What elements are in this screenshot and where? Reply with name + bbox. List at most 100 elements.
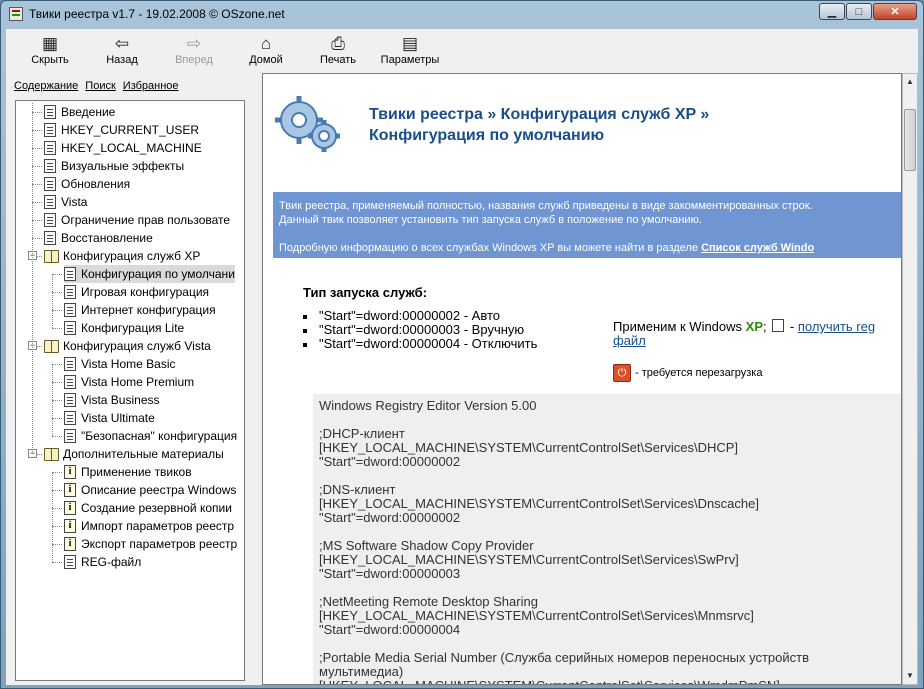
tree-item-label: Визуальные эффекты bbox=[61, 159, 185, 173]
tree-item[interactable]: i Создание резервной копии bbox=[64, 499, 232, 517]
tree-item[interactable]: i Применение твиков bbox=[64, 463, 192, 481]
tree-item-label: Vista Home Premium bbox=[81, 375, 195, 389]
tree-folder[interactable]: Конфигурация служб Vista bbox=[44, 337, 211, 355]
maximize-button[interactable]: □ bbox=[846, 3, 872, 20]
content-scrollbar[interactable]: ▲ ▼ bbox=[902, 73, 918, 685]
tree-connector bbox=[32, 166, 42, 167]
app-icon[interactable] bbox=[9, 7, 23, 21]
tree-connector bbox=[52, 526, 62, 527]
options-label: Параметры bbox=[380, 54, 440, 66]
minimize-button[interactable]: ▁ bbox=[819, 3, 845, 20]
tree-item[interactable]: Vista Business bbox=[64, 391, 160, 409]
tree-guide-line bbox=[52, 274, 53, 328]
tree-item-label: Экспорт параметров реестр bbox=[81, 537, 238, 551]
page-icon bbox=[64, 375, 76, 389]
tree-item[interactable]: REG-файл bbox=[64, 553, 141, 571]
tree-guide-line bbox=[32, 103, 33, 454]
book-icon bbox=[44, 249, 59, 263]
tree-item[interactable]: Конфигурация по умолчани bbox=[64, 265, 235, 283]
tree-item[interactable]: i Экспорт параметров реестр bbox=[64, 535, 237, 553]
scroll-down-icon[interactable]: ▼ bbox=[903, 668, 917, 684]
list-item: "Start"=dword:00000003 - Вручную bbox=[303, 323, 537, 337]
tree-item[interactable]: "Безопасная" конфигурация bbox=[64, 427, 237, 445]
tree-item[interactable]: Vista bbox=[44, 193, 87, 211]
tree-item-label: Обновления bbox=[61, 177, 131, 191]
tree-guide-line bbox=[52, 472, 53, 562]
tree-item[interactable]: Конфигурация Lite bbox=[64, 319, 184, 337]
get-reg-link[interactable]: получить reg bbox=[798, 319, 875, 334]
description-line2: Данный твик позволяет установить тип зап… bbox=[279, 214, 702, 226]
close-button[interactable]: ✕ bbox=[873, 3, 917, 20]
tree-item[interactable]: Восстановление bbox=[44, 229, 153, 247]
tree-connector bbox=[52, 328, 62, 329]
tree-item-label: Игровая конфигурация bbox=[81, 285, 210, 299]
tree-item[interactable]: Vista Home Basic bbox=[64, 355, 175, 373]
print-button[interactable]: ⎙ Печать bbox=[302, 29, 374, 69]
hide-button[interactable]: ▦ Скрыть bbox=[14, 29, 86, 69]
tree-connector bbox=[52, 562, 62, 563]
tab-contents[interactable]: Содержание bbox=[14, 80, 78, 92]
description-text: Подробную информацию о всех службах Wind… bbox=[279, 242, 698, 254]
tree-connector bbox=[52, 292, 62, 293]
scroll-up-icon[interactable]: ▲ bbox=[903, 74, 917, 90]
tree-item[interactable]: HKEY_CURRENT_USER bbox=[44, 121, 199, 139]
tree-item-label: Применение твиков bbox=[81, 465, 192, 479]
tree-item[interactable]: Vista Home Premium bbox=[64, 373, 194, 391]
xp-label: XP bbox=[745, 319, 763, 334]
home-button[interactable]: ⌂ Домой bbox=[230, 29, 302, 69]
tree-connector bbox=[52, 490, 62, 491]
options-icon: ▤ bbox=[401, 34, 419, 53]
page-icon bbox=[64, 267, 76, 281]
info-page-icon: i bbox=[64, 519, 76, 533]
tree-item-label: REG-файл bbox=[81, 555, 142, 569]
page-icon bbox=[64, 411, 76, 425]
tree-item-label: Создание резервной копии bbox=[81, 501, 232, 515]
tree-item[interactable]: Обновления bbox=[44, 175, 130, 193]
title-bar[interactable]: Твики реестра v1.7 - 19.02.2008 © OSzone… bbox=[1, 1, 923, 27]
tree-item[interactable]: Ограничение прав пользовате bbox=[44, 211, 230, 229]
contents-tree[interactable]: Введение HKEY_CURRENT_USER HKEY_LOCAL_MACH… bbox=[15, 100, 245, 681]
options-button[interactable]: ▤ Параметры bbox=[374, 29, 446, 69]
page-icon bbox=[44, 213, 56, 227]
tree-folder[interactable]: Дополнительные материалы bbox=[44, 445, 224, 463]
back-label: Назад bbox=[106, 54, 138, 66]
restart-icon: ⏻ bbox=[613, 364, 631, 382]
apply-info: Применим к Windows XP; - получить reg фа… bbox=[613, 319, 901, 348]
tree-item-label: Конфигурация по умолчани bbox=[81, 267, 235, 281]
tree-item[interactable]: Визуальные эффекты bbox=[44, 157, 184, 175]
page-icon bbox=[64, 357, 76, 371]
scroll-thumb[interactable] bbox=[904, 109, 916, 171]
tree-item-label: Vista Business bbox=[81, 393, 160, 407]
services-list-link[interactable]: Список служб Windo bbox=[701, 242, 814, 254]
page-title-line1: Твики реестра » Конфигурация служб XP » bbox=[369, 106, 710, 123]
get-reg-file-link[interactable]: файл bbox=[613, 333, 646, 348]
info-page-icon: i bbox=[64, 501, 76, 515]
tab-favorites[interactable]: Избранное bbox=[123, 80, 179, 92]
page-icon bbox=[64, 429, 76, 443]
description-line3: Подробную информацию о всех службах Wind… bbox=[279, 241, 901, 255]
tree-item[interactable]: i Описание реестра Windows bbox=[64, 481, 236, 499]
tree-item-label: Импорт параметров реестр bbox=[81, 519, 235, 533]
forward-button[interactable]: ⇨ Вперед bbox=[158, 29, 230, 69]
start-type-list: "Start"=dword:00000002 - Авто "Start"=dw… bbox=[303, 309, 537, 351]
tree-connector bbox=[52, 274, 62, 275]
tree-item[interactable]: i Импорт параметров реестр bbox=[64, 517, 234, 535]
tree-connector bbox=[32, 130, 42, 131]
tree-item[interactable]: Vista Ultimate bbox=[64, 409, 155, 427]
tree-item[interactable]: Игровая конфигурация bbox=[64, 283, 209, 301]
info-page-icon: i bbox=[64, 465, 76, 479]
tree-connector bbox=[32, 148, 42, 149]
pane-splitter[interactable] bbox=[253, 73, 262, 685]
back-button[interactable]: ⇦ Назад bbox=[86, 29, 158, 69]
page-icon bbox=[44, 195, 56, 209]
tab-search[interactable]: Поиск bbox=[85, 80, 115, 92]
back-arrow-icon: ⇦ bbox=[114, 34, 130, 53]
tree-item[interactable]: Введение bbox=[44, 103, 115, 121]
tree-item[interactable]: HKEY_LOCAL_MACHINE bbox=[44, 139, 202, 157]
tree-folder[interactable]: Конфигурация служб XP bbox=[44, 247, 200, 265]
page-icon bbox=[44, 231, 56, 245]
page-icon bbox=[64, 303, 76, 317]
print-label: Печать bbox=[319, 54, 357, 66]
tree-item[interactable]: Интернет конфигурация bbox=[64, 301, 216, 319]
tree-connector bbox=[32, 112, 42, 113]
